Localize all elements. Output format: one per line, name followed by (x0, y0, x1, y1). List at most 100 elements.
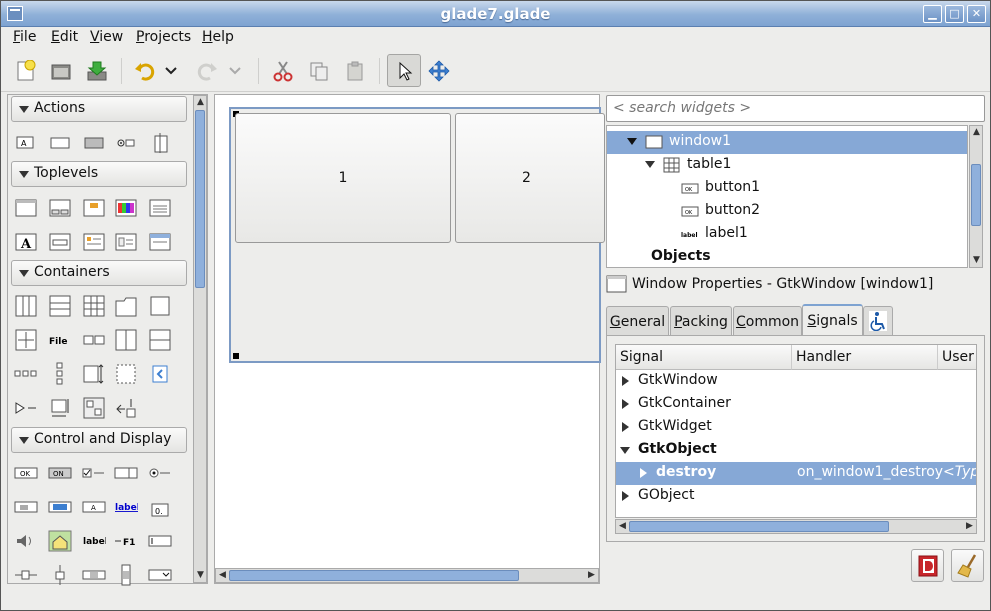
color-button-icon[interactable] (48, 496, 72, 518)
vpaned-icon[interactable] (148, 329, 172, 351)
tree-scroll-thumb[interactable] (971, 164, 981, 226)
tree-item-window1[interactable]: window1 (607, 131, 967, 154)
tab-packing[interactable]: Packing (670, 306, 732, 336)
new-button[interactable] (10, 56, 42, 86)
save-button[interactable] (81, 56, 113, 86)
label-widget-icon[interactable]: label (82, 530, 106, 552)
hscrollbar-icon[interactable] (82, 564, 106, 586)
open-button[interactable] (45, 56, 77, 86)
scroll-down-arrow[interactable]: ▼ (970, 254, 983, 267)
design-window1[interactable]: 1 2 (229, 107, 605, 363)
close-button[interactable]: ✕ (967, 5, 986, 23)
event-box-icon[interactable] (14, 397, 38, 419)
column-header-signal[interactable]: Signal (616, 345, 792, 370)
undo-menu-button[interactable] (161, 56, 181, 86)
combo-box-icon[interactable] (148, 564, 172, 586)
selection-handle[interactable] (233, 353, 239, 359)
palette-group-control-display[interactable]: Control and Display (11, 427, 187, 453)
cut-button[interactable] (267, 56, 299, 86)
palette-group-toplevels[interactable]: Toplevels (11, 161, 187, 187)
font-button-icon[interactable]: A (82, 496, 106, 518)
tab-signals[interactable]: Signals (802, 304, 863, 337)
input-dialog-icon[interactable] (48, 231, 72, 253)
minimize-button[interactable]: ▁ (923, 5, 942, 23)
color-dialog-icon[interactable] (114, 197, 138, 219)
button-widget-icon[interactable]: OK (14, 462, 38, 484)
action-icon[interactable]: A (14, 132, 38, 154)
signal-row-gobject[interactable]: GObject (616, 485, 976, 508)
menu-edit[interactable]: Edit (51, 29, 78, 45)
devhelp-button[interactable] (911, 549, 944, 582)
title-bar[interactable]: glade7.glade ▁ □ ✕ (1, 1, 990, 27)
link-button-icon[interactable]: label (114, 496, 138, 518)
recent-dialog-icon[interactable] (114, 231, 138, 253)
scrolled-window-icon[interactable] (82, 363, 106, 385)
tree-scrollbar[interactable]: ▲ ▼ (969, 125, 983, 268)
menu-view[interactable]: View (90, 29, 123, 45)
palette-scroll-thumb[interactable] (195, 110, 205, 288)
signals-scroll-thumb[interactable] (629, 521, 889, 532)
scale-button-icon[interactable]: 0. (148, 496, 172, 518)
copy-button[interactable] (303, 56, 335, 86)
radio-action-icon[interactable] (82, 132, 106, 154)
palette-group-containers[interactable]: Containers (11, 260, 187, 286)
design-hscrollbar[interactable]: ◀ ▶ (215, 568, 599, 583)
vscale-icon[interactable] (48, 564, 72, 586)
dialog-widget-icon[interactable] (48, 197, 72, 219)
vbox-icon[interactable] (48, 295, 72, 317)
redo-menu-button[interactable] (225, 56, 245, 86)
scroll-right-arrow[interactable]: ▶ (963, 520, 976, 533)
layout-icon[interactable] (82, 397, 106, 419)
tree-item-button1[interactable]: OK button1 (607, 177, 967, 200)
scroll-up-arrow[interactable]: ▲ (194, 96, 207, 109)
assistant-icon[interactable] (148, 231, 172, 253)
file-dialog-icon[interactable] (148, 197, 172, 219)
toggle-action-icon[interactable] (48, 132, 72, 154)
expander-arrow-icon[interactable] (620, 447, 630, 454)
spin-button-icon[interactable] (114, 462, 138, 484)
font-dialog-icon[interactable]: A (14, 231, 38, 253)
scroll-down-arrow[interactable]: ▼ (194, 569, 207, 582)
file-chooser-icon[interactable]: File (48, 329, 72, 351)
tab-general[interactable]: General (606, 306, 669, 336)
design-button1[interactable]: 1 (235, 113, 451, 243)
design-scroll-thumb[interactable] (229, 570, 519, 581)
check-button-icon[interactable] (82, 462, 106, 484)
fixed-icon[interactable] (114, 397, 138, 419)
expander-arrow-icon[interactable] (622, 399, 629, 409)
accel-label-icon[interactable]: F1 (114, 530, 138, 552)
column-header-handler[interactable]: Handler (792, 345, 938, 370)
signal-row-gtkobject[interactable]: GtkObject (616, 439, 976, 462)
signal-row-gtkwidget[interactable]: GtkWidget (616, 416, 976, 439)
notebook-icon[interactable] (114, 295, 138, 317)
tree-item-objects[interactable]: Objects (607, 246, 967, 267)
palette-group-actions[interactable]: Actions (11, 96, 187, 122)
vtoolbar-icon[interactable] (48, 362, 72, 385)
signal-row-gtkcontainer[interactable]: GtkContainer (616, 393, 976, 416)
column-header-user[interactable]: User (938, 345, 976, 370)
alignment-icon[interactable] (14, 329, 38, 351)
signal-row-destroy[interactable]: destroy on_window1_destroy <Typ (616, 462, 976, 485)
tree-item-table1[interactable]: table1 (607, 154, 967, 177)
about-dialog-icon[interactable] (82, 197, 106, 219)
expander-arrow-icon[interactable] (640, 468, 647, 478)
maximize-button[interactable]: □ (945, 5, 964, 23)
message-dialog-icon[interactable] (82, 231, 106, 253)
scroll-left-arrow[interactable]: ◀ (616, 520, 629, 533)
menu-projects[interactable]: Projects (136, 29, 191, 45)
radio-button-icon[interactable] (148, 462, 172, 484)
action-group-icon[interactable] (148, 132, 172, 154)
menu-file[interactable]: File (13, 29, 36, 45)
recent-action-icon[interactable] (114, 132, 138, 154)
search-widgets-input[interactable]: < search widgets > (606, 95, 985, 122)
toggle-button-icon[interactable]: ON (48, 462, 72, 484)
expander-icon[interactable] (148, 363, 172, 385)
hbox-icon[interactable] (14, 295, 38, 317)
palette-scrollbar[interactable]: ▲ ▼ (193, 95, 207, 583)
drag-resize-button[interactable] (423, 56, 455, 86)
toolbar-widget-icon[interactable] (14, 363, 38, 385)
scroll-left-arrow[interactable]: ◀ (216, 569, 229, 582)
hpaned-icon[interactable] (114, 329, 138, 351)
expander-arrow-icon[interactable] (622, 422, 629, 432)
window-widget-icon[interactable] (14, 197, 38, 219)
